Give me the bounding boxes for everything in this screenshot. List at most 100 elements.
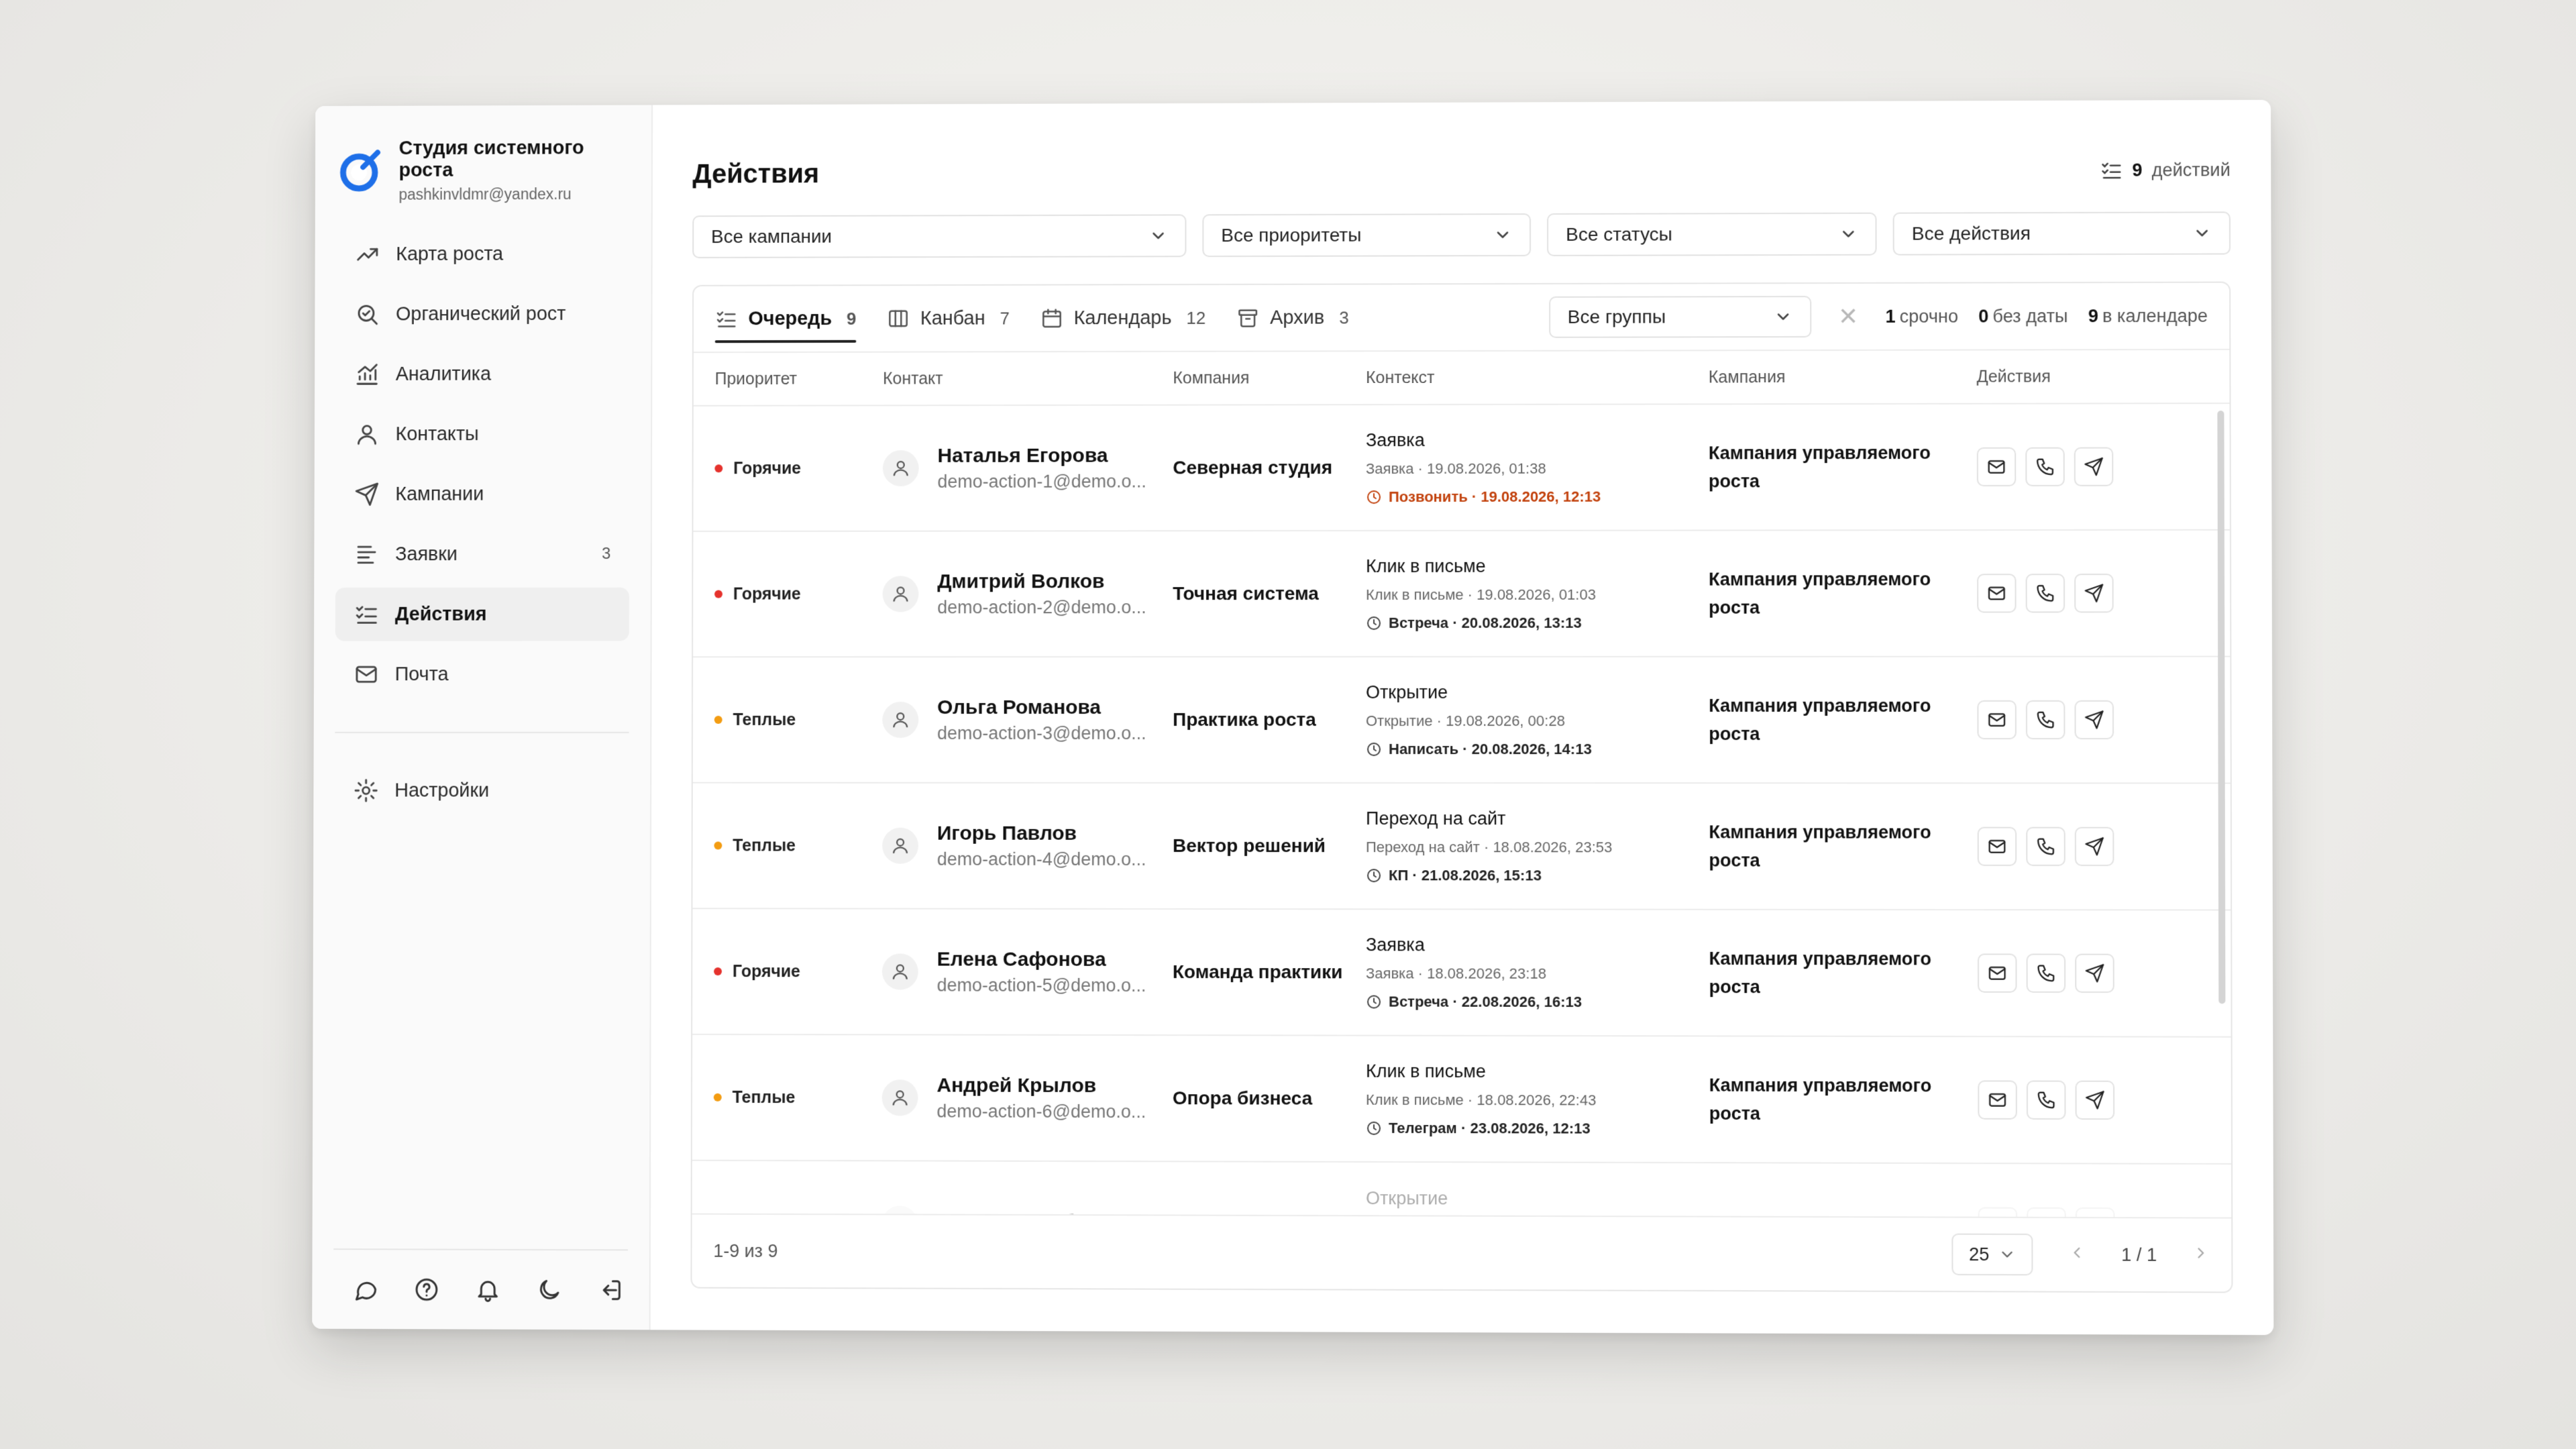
context-title: Клик в письме <box>1366 555 1709 576</box>
table-rows: Горячие Наталья Егорова demo-action-1@de… <box>692 404 2232 1217</box>
send-button[interactable] <box>2074 700 2114 739</box>
call-button[interactable] <box>2027 1208 2066 1218</box>
call-button[interactable] <box>2026 700 2065 739</box>
table-row[interactable]: Горячие Наталья Егорова demo-action-1@de… <box>693 404 2229 532</box>
column-header-contact[interactable]: Контакт <box>883 368 1173 388</box>
email-button[interactable] <box>1978 1208 2018 1218</box>
call-button[interactable] <box>2026 827 2065 866</box>
bell-icon[interactable] <box>474 1277 501 1303</box>
view-tabs: Очередь 9 Канбан 7 Календарь 12 Архив 3 <box>694 283 2229 354</box>
moon-icon[interactable] <box>536 1277 563 1303</box>
tab-count: 7 <box>1000 308 1010 329</box>
clock-icon <box>1366 994 1382 1010</box>
table-row[interactable]: Теплые Игорь Павлов demo-action-4@demo.o… <box>692 784 2231 911</box>
sidebar-item-organic[interactable]: Органический рост <box>336 287 630 341</box>
clear-filter-icon[interactable]: ✕ <box>1831 303 1865 331</box>
contact-cell[interactable]: Андрей Крылов demo-action-6@demo.o... <box>882 1074 1173 1122</box>
table-row[interactable]: Наблюдение Виктория Лебедева Ясная среда… <box>692 1161 2232 1218</box>
chevron-down-icon <box>1839 225 1858 244</box>
priority-filter-select[interactable]: Все приоритеты <box>1202 213 1531 257</box>
email-button[interactable] <box>1977 447 2016 486</box>
action-filter-select[interactable]: Все действия <box>1893 211 2231 255</box>
tab-kanban[interactable]: Канбан 7 <box>887 285 1010 352</box>
contact-cell[interactable]: Наталья Егорова demo-action-1@demo.o... <box>883 444 1173 492</box>
contact-cell[interactable]: Игорь Павлов demo-action-4@demo.o... <box>882 822 1173 869</box>
page-size-select[interactable]: 25 <box>1952 1234 2033 1276</box>
sidebar-item-actions[interactable]: Действия <box>335 588 629 641</box>
send-button[interactable] <box>2075 954 2114 993</box>
table-scrollbar[interactable] <box>2217 411 2225 1004</box>
table-row[interactable]: Горячие Елена Сафонова demo-action-5@dem… <box>692 909 2231 1037</box>
contact-email: demo-action-5@demo.o... <box>937 975 1146 996</box>
email-button[interactable] <box>1978 827 2017 866</box>
send-button[interactable] <box>2074 574 2114 612</box>
avatar <box>883 450 919 486</box>
call-button[interactable] <box>2025 447 2065 486</box>
avatar <box>882 702 918 738</box>
brand[interactable]: Студия системного роста pashkinvldmr@yan… <box>336 137 630 227</box>
priority-dot <box>714 841 722 849</box>
send-button[interactable] <box>2076 1208 2115 1218</box>
contact-cell[interactable]: Ольга Романова demo-action-3@demo.o... <box>882 696 1173 744</box>
column-header-priority[interactable]: Приоритет <box>715 369 883 388</box>
send-icon <box>2084 457 2104 477</box>
column-header-company[interactable]: Компания <box>1173 368 1366 388</box>
sidebar-item-contacts[interactable]: Контакты <box>335 407 629 461</box>
contact-cell[interactable]: Дмитрий Волков demo-action-2@demo.o... <box>883 570 1173 618</box>
send-icon <box>2085 1090 2105 1110</box>
pagination-range: 1-9 из 9 <box>713 1240 777 1261</box>
tab-calendar[interactable]: Календарь 12 <box>1040 284 1206 352</box>
contact-cell[interactable]: Елена Сафонова demo-action-5@demo.o... <box>882 948 1173 996</box>
call-button[interactable] <box>2026 574 2065 612</box>
email-button[interactable] <box>1977 574 2016 612</box>
email-button[interactable] <box>1978 953 2017 992</box>
table-body[interactable]: Горячие Наталья Егорова demo-action-1@de… <box>692 404 2232 1217</box>
next-action: Написать · 20.08.2026, 14:13 <box>1366 741 1709 758</box>
user-icon <box>890 836 910 856</box>
contact-name: Елена Сафонова <box>937 948 1146 971</box>
table-row[interactable]: Теплые Ольга Романова demo-action-3@demo… <box>693 657 2231 784</box>
contact-email: demo-action-2@demo.o... <box>937 597 1146 618</box>
send-button[interactable] <box>2075 827 2114 866</box>
tab-archive[interactable]: Архив 3 <box>1236 284 1349 352</box>
sidebar-item-mail[interactable]: Почта <box>335 647 629 701</box>
next-action: КП · 21.08.2026, 15:13 <box>1366 867 1709 884</box>
send-button[interactable] <box>2076 1081 2115 1120</box>
sidebar-item-analytics[interactable]: Аналитика <box>336 347 630 400</box>
sidebar-item-growth-map[interactable]: Карта роста <box>336 227 630 281</box>
email-button[interactable] <box>1978 1080 2017 1119</box>
call-button[interactable] <box>2027 1081 2066 1120</box>
priority-badge: Горячие <box>714 459 883 478</box>
priority-badge: Горячие <box>714 584 883 604</box>
sidebar-item-campaigns[interactable]: Кампании <box>335 468 629 521</box>
avatar <box>883 576 919 612</box>
email-button[interactable] <box>1977 700 2017 739</box>
call-button[interactable] <box>2027 954 2066 993</box>
mail-icon <box>1987 1090 2007 1110</box>
avatar <box>882 953 918 989</box>
tab-queue[interactable]: Очередь 9 <box>715 285 857 352</box>
column-header-campaign[interactable]: Кампания <box>1709 367 1977 387</box>
sidebar-item-settings[interactable]: Настройки <box>335 764 629 818</box>
user-icon <box>354 421 380 447</box>
priority-label: Теплые <box>733 1087 796 1107</box>
help-icon[interactable] <box>413 1276 440 1303</box>
status-filter-select[interactable]: Все статусы <box>1547 213 1876 256</box>
priority-dot <box>714 464 722 472</box>
logout-icon[interactable] <box>597 1277 624 1303</box>
tab-label: Архив <box>1270 307 1324 329</box>
next-page-button[interactable] <box>2192 1244 2210 1266</box>
priority-badge: Теплые <box>714 710 883 730</box>
table-row[interactable]: Теплые Андрей Крылов demo-action-6@demo.… <box>692 1035 2231 1165</box>
row-actions <box>1978 827 2153 866</box>
campaign-filter-select[interactable]: Все кампании <box>692 214 1186 258</box>
send-button[interactable] <box>2074 447 2114 486</box>
context-event: Клик в письме · 18.08.2026, 22:43 <box>1366 1091 1709 1109</box>
column-header-context[interactable]: Контекст <box>1366 368 1709 388</box>
chat-icon[interactable] <box>352 1276 379 1303</box>
table-row[interactable]: Горячие Дмитрий Волков demo-action-2@dem… <box>693 531 2230 657</box>
group-filter-select[interactable]: Все группы <box>1549 296 1811 338</box>
sidebar-item-requests[interactable]: Заявки 3 <box>335 527 629 581</box>
prev-page-button[interactable] <box>2068 1244 2086 1266</box>
user-icon <box>891 584 911 604</box>
